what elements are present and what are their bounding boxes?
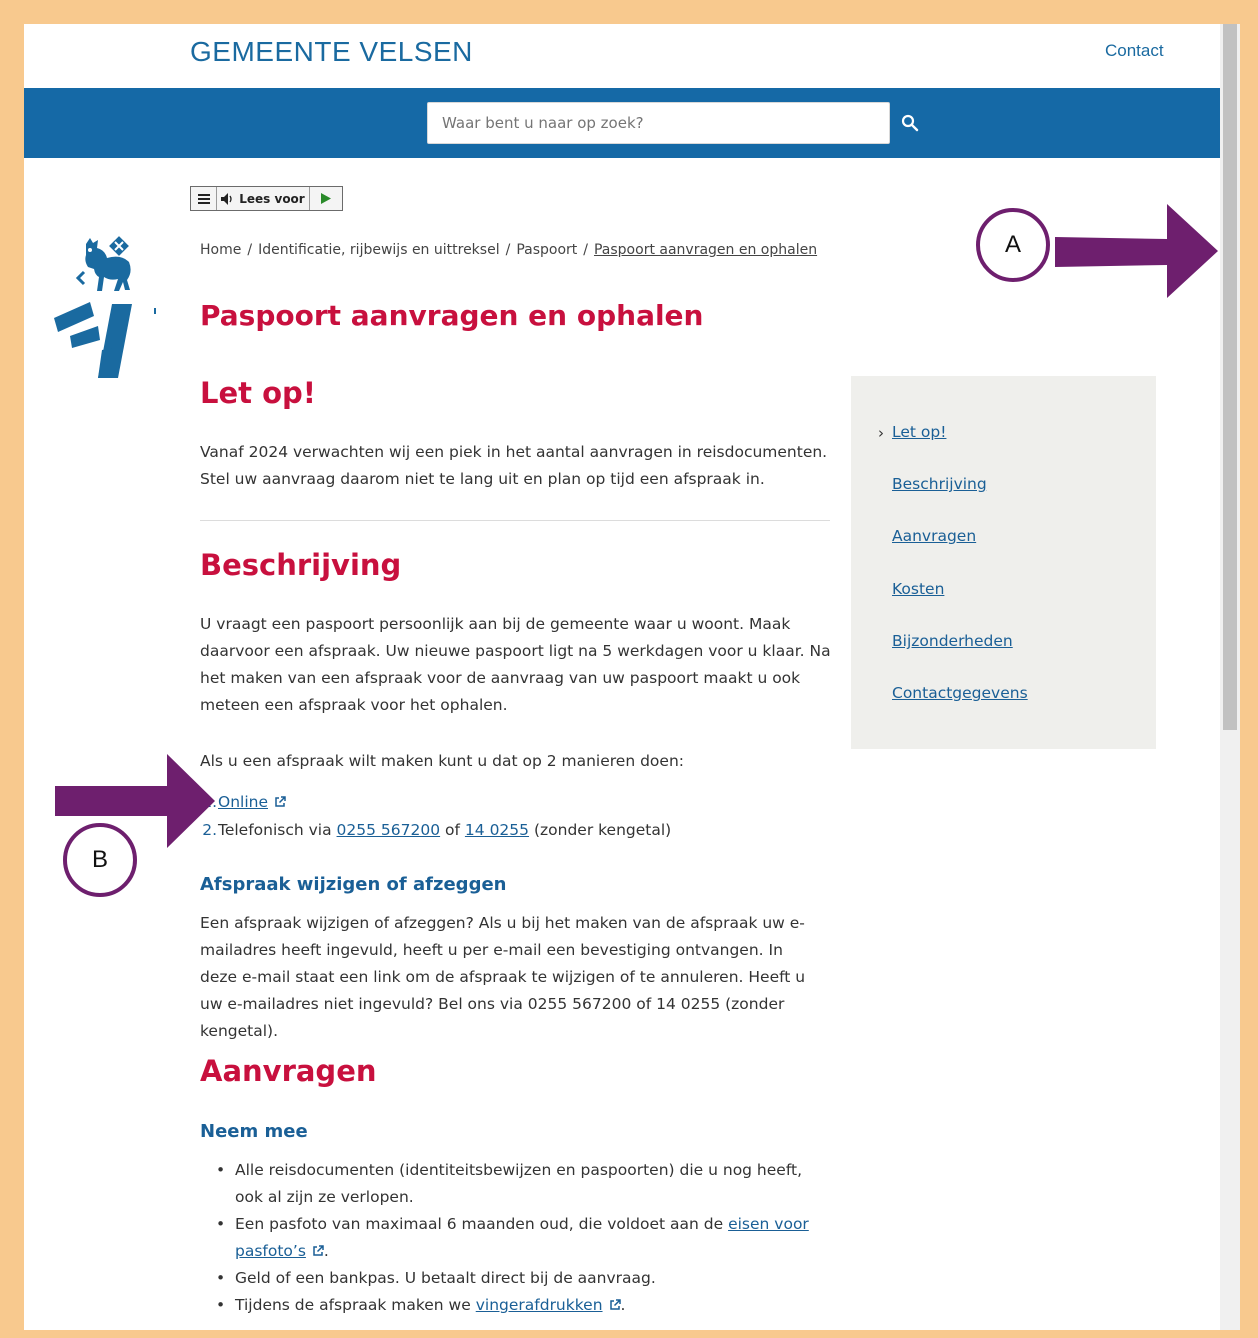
list-item: 1.Online: [200, 788, 671, 816]
list-item-text: Tijdens de afspraak maken we: [235, 1296, 471, 1314]
toc-item-aanvragen[interactable]: Aanvragen: [892, 527, 976, 545]
readspeaker-bar: Lees voor: [190, 186, 343, 211]
list-item-text: Een pasfoto van maximaal 6 maanden oud, …: [235, 1215, 724, 1233]
table-of-contents: › Let op! Beschrijving Aanvragen Kosten …: [851, 376, 1156, 749]
afspraak-wijzigen-text: Een afspraak wijzigen of afzeggen? Als u…: [200, 914, 806, 1040]
phone-link-1[interactable]: 0255 567200: [337, 821, 441, 839]
section-heading-beschrijving: Beschrijving: [200, 548, 402, 582]
play-icon: [321, 193, 331, 204]
beschrijving-text: U vraagt een paspoort persoonlijk aan bi…: [200, 615, 831, 714]
search-button[interactable]: [892, 102, 928, 144]
let-op-text: Vanaf 2024 verwachten wij een piek in he…: [200, 443, 828, 488]
list-item-suffix: .: [323, 1242, 329, 1260]
page-title: Paspoort aanvragen en ophalen: [200, 299, 704, 332]
speaker-icon: [221, 192, 232, 205]
toc-item-beschrijving[interactable]: Beschrijving: [892, 475, 987, 493]
breadcrumb-home[interactable]: Home: [200, 242, 241, 258]
list-item-suffix: .: [620, 1296, 626, 1314]
section-divider: [200, 520, 830, 521]
afspraak-options-list: 1.Online 2.Telefonisch via 0255 567200 o…: [200, 788, 671, 844]
online-link[interactable]: Online: [218, 793, 268, 811]
phone-suffix-text: (zonder kengetal): [533, 821, 672, 839]
list-item: • Alle reisdocumenten (identiteitsbewijze…: [216, 1161, 803, 1206]
velsen-logo[interactable]: [54, 232, 164, 382]
site-brand[interactable]: GEMEENTE VELSEN: [190, 36, 473, 68]
toc-item-let-op[interactable]: Let op!: [892, 423, 946, 441]
toc-item-contactgegevens[interactable]: Contactgegevens: [892, 684, 1028, 702]
vertical-scrollbar[interactable]: [1220, 24, 1240, 1330]
external-link-icon: [609, 1299, 621, 1310]
list-item-text: Alle reisdocumenten (identiteitsbewijzen…: [235, 1161, 803, 1206]
search-bar: [24, 88, 1220, 158]
external-link-icon: [275, 796, 286, 807]
toc-item-bijzonderheden[interactable]: Bijzonderheden: [892, 632, 1013, 650]
contact-link[interactable]: Contact: [1105, 41, 1164, 61]
section-heading-afspraak-wijzigen: Afspraak wijzigen of afzeggen: [200, 874, 507, 895]
toc-item-kosten[interactable]: Kosten: [892, 580, 944, 598]
readspeaker-menu-button[interactable]: [191, 187, 217, 210]
readspeaker-read-button[interactable]: Lees voor: [217, 187, 310, 210]
external-link-icon: [313, 1245, 324, 1256]
section-heading-aanvragen: Aanvragen: [200, 1054, 377, 1088]
scrollbar-thumb[interactable]: [1223, 24, 1237, 730]
list-item: • Tijdens de afspraak maken we vingerafdr…: [216, 1296, 626, 1314]
list-item: 2.Telefonisch via 0255 567200 of 14 0255…: [200, 816, 671, 844]
search-icon: [901, 114, 919, 131]
section-heading-let-op: Let op!: [200, 376, 317, 410]
phone-prefix-text: Telefonisch via: [218, 821, 332, 839]
breadcrumb-identificatie[interactable]: Identificatie, rijbewijs en uittreksel: [258, 242, 500, 258]
breadcrumb-current[interactable]: Paspoort aanvragen en ophalen: [594, 242, 817, 258]
list-item: • Een pasfoto van maximaal 6 maanden oud,…: [216, 1215, 809, 1260]
neem-mee-list: • Alle reisdocumenten (identiteitsbewijze…: [200, 1157, 820, 1319]
afspraak-intro-text: Als u een afspraak wilt maken kunt u dat…: [200, 752, 684, 770]
list-item: • Geld of een bankpas. U betaalt direct b…: [216, 1269, 656, 1287]
breadcrumb: Home / Identificatie, rijbewijs en uittrek…: [200, 242, 818, 258]
breadcrumb-paspoort[interactable]: Paspoort: [516, 242, 577, 258]
phone-mid-text: of: [445, 821, 460, 839]
chevron-right-icon: ›: [878, 424, 884, 442]
annotation-arrow-a: [1055, 204, 1218, 298]
section-heading-neem-mee: Neem mee: [200, 1121, 308, 1142]
phone-link-2[interactable]: 14 0255: [465, 821, 529, 839]
list-item-text: Geld of een bankpas. U betaalt direct bi…: [235, 1269, 656, 1287]
annotation-marker-b: B: [63, 823, 137, 897]
readspeaker-label: Lees voor: [239, 191, 305, 206]
menu-icon: [197, 193, 210, 204]
readspeaker-play-button[interactable]: [310, 187, 342, 210]
search-input[interactable]: [427, 102, 890, 144]
annotation-marker-a: A: [976, 208, 1050, 282]
vingerafdrukken-link[interactable]: vingerafdrukken: [476, 1296, 603, 1314]
